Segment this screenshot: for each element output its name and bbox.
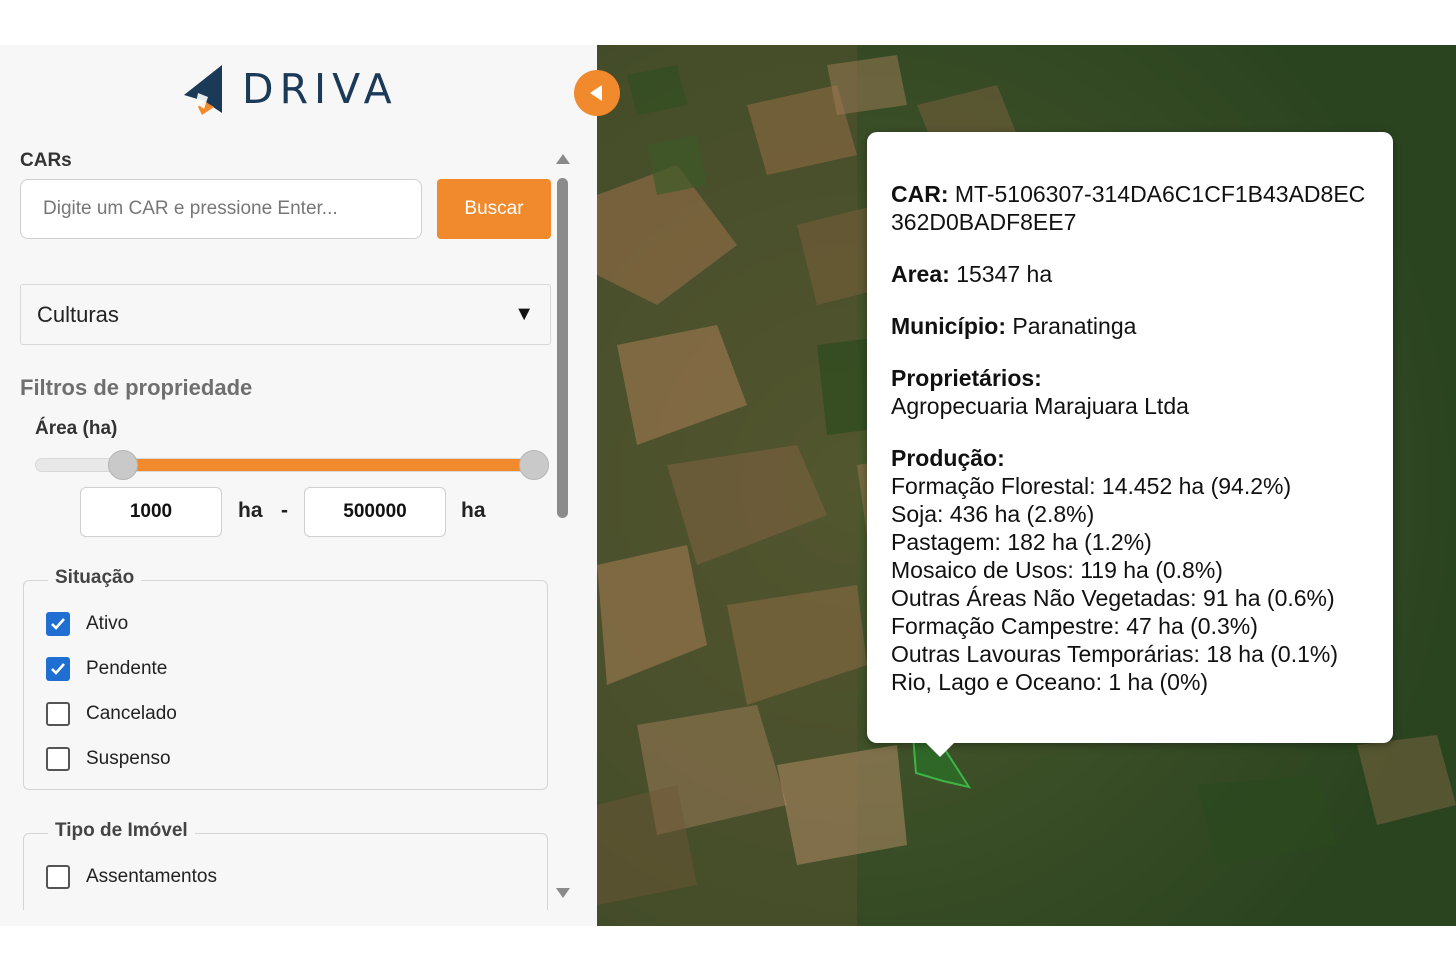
- scroll-up-arrow-icon[interactable]: [556, 154, 570, 164]
- option-label: Pendente: [86, 658, 168, 679]
- producao-item: Rio, Lago e Oceano: 1 ha (0%): [891, 669, 1209, 695]
- area-range-separator: -: [281, 499, 288, 522]
- option-label: Assentamentos: [86, 866, 217, 887]
- scroll-thumb[interactable]: [557, 178, 568, 518]
- popup-car-value: MT-5106307-314DA6C1CF1B43AD8EC362D0BADF8…: [891, 181, 1366, 235]
- area-min-input[interactable]: [80, 487, 222, 537]
- situacao-option-cancelado[interactable]: Cancelado: [46, 702, 177, 726]
- producao-item: Pastagem: 182 ha (1.2%): [891, 529, 1152, 555]
- checkbox[interactable]: [46, 747, 70, 771]
- producao-item: Soja: 436 ha (2.8%): [891, 501, 1095, 527]
- sidebar: DRIVA CARs Buscar Culturas ▼ Filtros de …: [0, 45, 597, 926]
- culturas-select-value: Culturas: [37, 301, 119, 327]
- area-min-unit: ha: [238, 499, 263, 522]
- sidebar-scrollbar[interactable]: [554, 150, 572, 910]
- car-search-input[interactable]: [20, 179, 422, 239]
- area-max-unit: ha: [461, 499, 486, 522]
- situacao-legend: Situação: [48, 567, 142, 589]
- property-info-popup: CAR: MT-5106307-314DA6C1CF1B43AD8EC362D0…: [867, 132, 1393, 757]
- producao-item: Formação Florestal: 14.452 ha (94.2%): [891, 473, 1292, 499]
- area-label: Área (ha): [35, 418, 118, 439]
- tipo-imovel-legend: Tipo de Imóvel: [48, 820, 195, 842]
- driva-logo: DRIVA: [184, 63, 398, 115]
- tipo-imovel-option-assentamentos[interactable]: Assentamentos: [46, 865, 217, 889]
- situacao-option-pendente[interactable]: Pendente: [46, 657, 167, 681]
- producao-item: Mosaico de Usos: 119 ha (0.8%): [891, 557, 1223, 583]
- area-slider-min-handle[interactable]: [107, 450, 138, 480]
- top-strip: [0, 0, 1456, 45]
- checkbox[interactable]: [46, 657, 70, 681]
- area-slider-fill: [123, 459, 535, 471]
- popup-municipio-value: Paranatinga: [1012, 313, 1137, 339]
- option-label: Suspenso: [86, 748, 171, 769]
- checkbox[interactable]: [46, 702, 70, 726]
- popup-producao-label: Produção:: [891, 445, 1005, 471]
- culturas-select[interactable]: Culturas ▼: [20, 284, 551, 345]
- popup-tip: [925, 742, 955, 757]
- producao-item: Outras Áreas Não Vegetadas: 91 ha (0.6%): [891, 585, 1335, 611]
- popup-area-label: Area:: [891, 261, 950, 287]
- popup-car-label: CAR:: [891, 181, 949, 207]
- caret-down-icon: ▼: [514, 303, 534, 325]
- situacao-fieldset: Situação Ativo Pendente Cancelado Suspen…: [23, 567, 548, 790]
- option-label: Ativo: [86, 613, 129, 634]
- scroll-down-arrow-icon[interactable]: [556, 888, 570, 898]
- sidebar-scroll-area: CARs Buscar Culturas ▼ Filtros de propri…: [0, 140, 597, 910]
- producao-item: Outras Lavouras Temporárias: 18 ha (0.1%…: [891, 641, 1339, 667]
- popup-area: Area: 15347 ha: [891, 260, 1371, 288]
- satellite-map[interactable]: CAR: MT-5106307-314DA6C1CF1B43AD8EC362D0…: [597, 45, 1456, 926]
- driva-logo-icon: [184, 65, 222, 115]
- popup-area-value: 15347 ha: [956, 261, 1053, 287]
- popup-car: CAR: MT-5106307-314DA6C1CF1B43AD8EC362D0…: [891, 180, 1371, 236]
- checkbox[interactable]: [46, 865, 70, 889]
- collapse-sidebar-button[interactable]: [574, 70, 620, 116]
- cars-label: CARs: [20, 150, 72, 171]
- checkbox[interactable]: [46, 612, 70, 636]
- bottom-strip: [0, 926, 1456, 971]
- tipo-imovel-fieldset: Tipo de Imóvel Assentamentos: [23, 820, 548, 910]
- popup-municipio-label: Município:: [891, 313, 1006, 339]
- popup-proprietarios: Proprietários: Agropecuaria Marajuara Lt…: [891, 364, 1371, 420]
- situacao-option-ativo[interactable]: Ativo: [46, 612, 128, 636]
- brand-name: DRIVA: [242, 65, 398, 113]
- search-button[interactable]: Buscar: [437, 179, 551, 239]
- chevron-left-icon: [590, 85, 602, 101]
- popup-proprietarios-value: Agropecuaria Marajuara Ltda: [891, 393, 1189, 419]
- popup-municipio: Município: Paranatinga: [891, 312, 1371, 340]
- area-slider-max-handle[interactable]: [519, 450, 549, 480]
- area-max-input[interactable]: [304, 487, 446, 537]
- producao-item: Formação Campestre: 47 ha (0.3%): [891, 613, 1258, 639]
- filters-title: Filtros de propriedade: [20, 375, 253, 400]
- popup-proprietarios-label: Proprietários:: [891, 365, 1042, 391]
- popup-producao: Produção: Formação Florestal: 14.452 ha …: [891, 444, 1371, 696]
- option-label: Cancelado: [86, 703, 177, 724]
- situacao-option-suspenso[interactable]: Suspenso: [46, 747, 171, 771]
